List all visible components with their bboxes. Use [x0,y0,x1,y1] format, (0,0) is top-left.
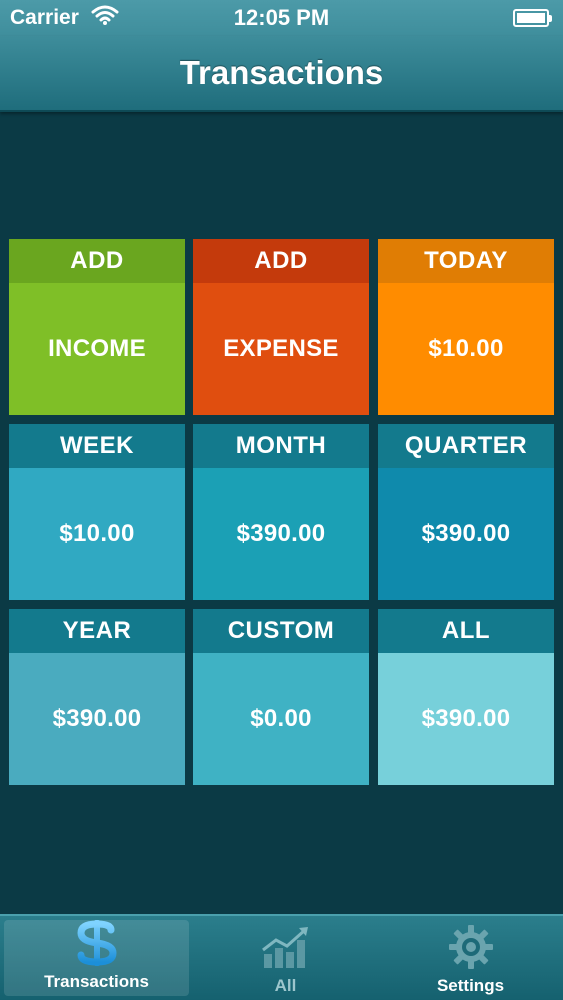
tile-header: ALL [378,609,554,653]
tile-value: $390.00 [193,468,369,600]
tab-label: All [274,976,297,995]
month-tile[interactable]: MONTH $390.00 [193,424,369,600]
navigation-bar: Transactions [0,36,563,112]
quarter-tile[interactable]: QUARTER $390.00 [378,424,554,600]
tab-label: Settings [436,976,505,995]
add-income-tile[interactable]: ADD INCOME [9,239,185,415]
custom-tile[interactable]: CUSTOM $0.00 [193,609,369,785]
tab-bar: Transactions All Settings [0,914,563,1000]
battery-icon [513,9,552,27]
week-tile[interactable]: WEEK $10.00 [9,424,185,600]
today-tile[interactable]: TODAY $10.00 [378,239,554,415]
tile-header: CUSTOM [193,609,369,653]
dollar-icon [73,918,121,968]
tab-transactions[interactable]: Transactions [4,920,189,996]
tile-value: $390.00 [378,468,554,600]
tile-header: YEAR [9,609,185,653]
tab-settings[interactable]: Settings [378,916,563,1000]
all-tile[interactable]: ALL $390.00 [378,609,554,785]
tile-value: INCOME [9,283,185,415]
tile-header: QUARTER [378,424,554,468]
tile-value: EXPENSE [193,283,369,415]
tile-value: $0.00 [193,653,369,785]
tile-header: WEEK [9,424,185,468]
tab-all[interactable]: All [193,916,378,1000]
tile-value: $10.00 [9,468,185,600]
gear-icon [447,922,495,972]
carrier-label: Carrier [10,6,79,29]
tile-value: $10.00 [378,283,554,415]
tile-header: MONTH [193,424,369,468]
tile-header: TODAY [378,239,554,283]
tile-value: $390.00 [9,653,185,785]
tab-label: Transactions [44,972,149,991]
tile-value: $390.00 [378,653,554,785]
tile-header: ADD [193,239,369,283]
chart-icon [261,922,311,972]
add-expense-tile[interactable]: ADD EXPENSE [193,239,369,415]
page-title: Transactions [179,54,384,91]
year-tile[interactable]: YEAR $390.00 [9,609,185,785]
wifi-icon [91,5,119,31]
tile-header: ADD [9,239,185,283]
status-bar: Carrier 12:05 PM [0,0,563,36]
